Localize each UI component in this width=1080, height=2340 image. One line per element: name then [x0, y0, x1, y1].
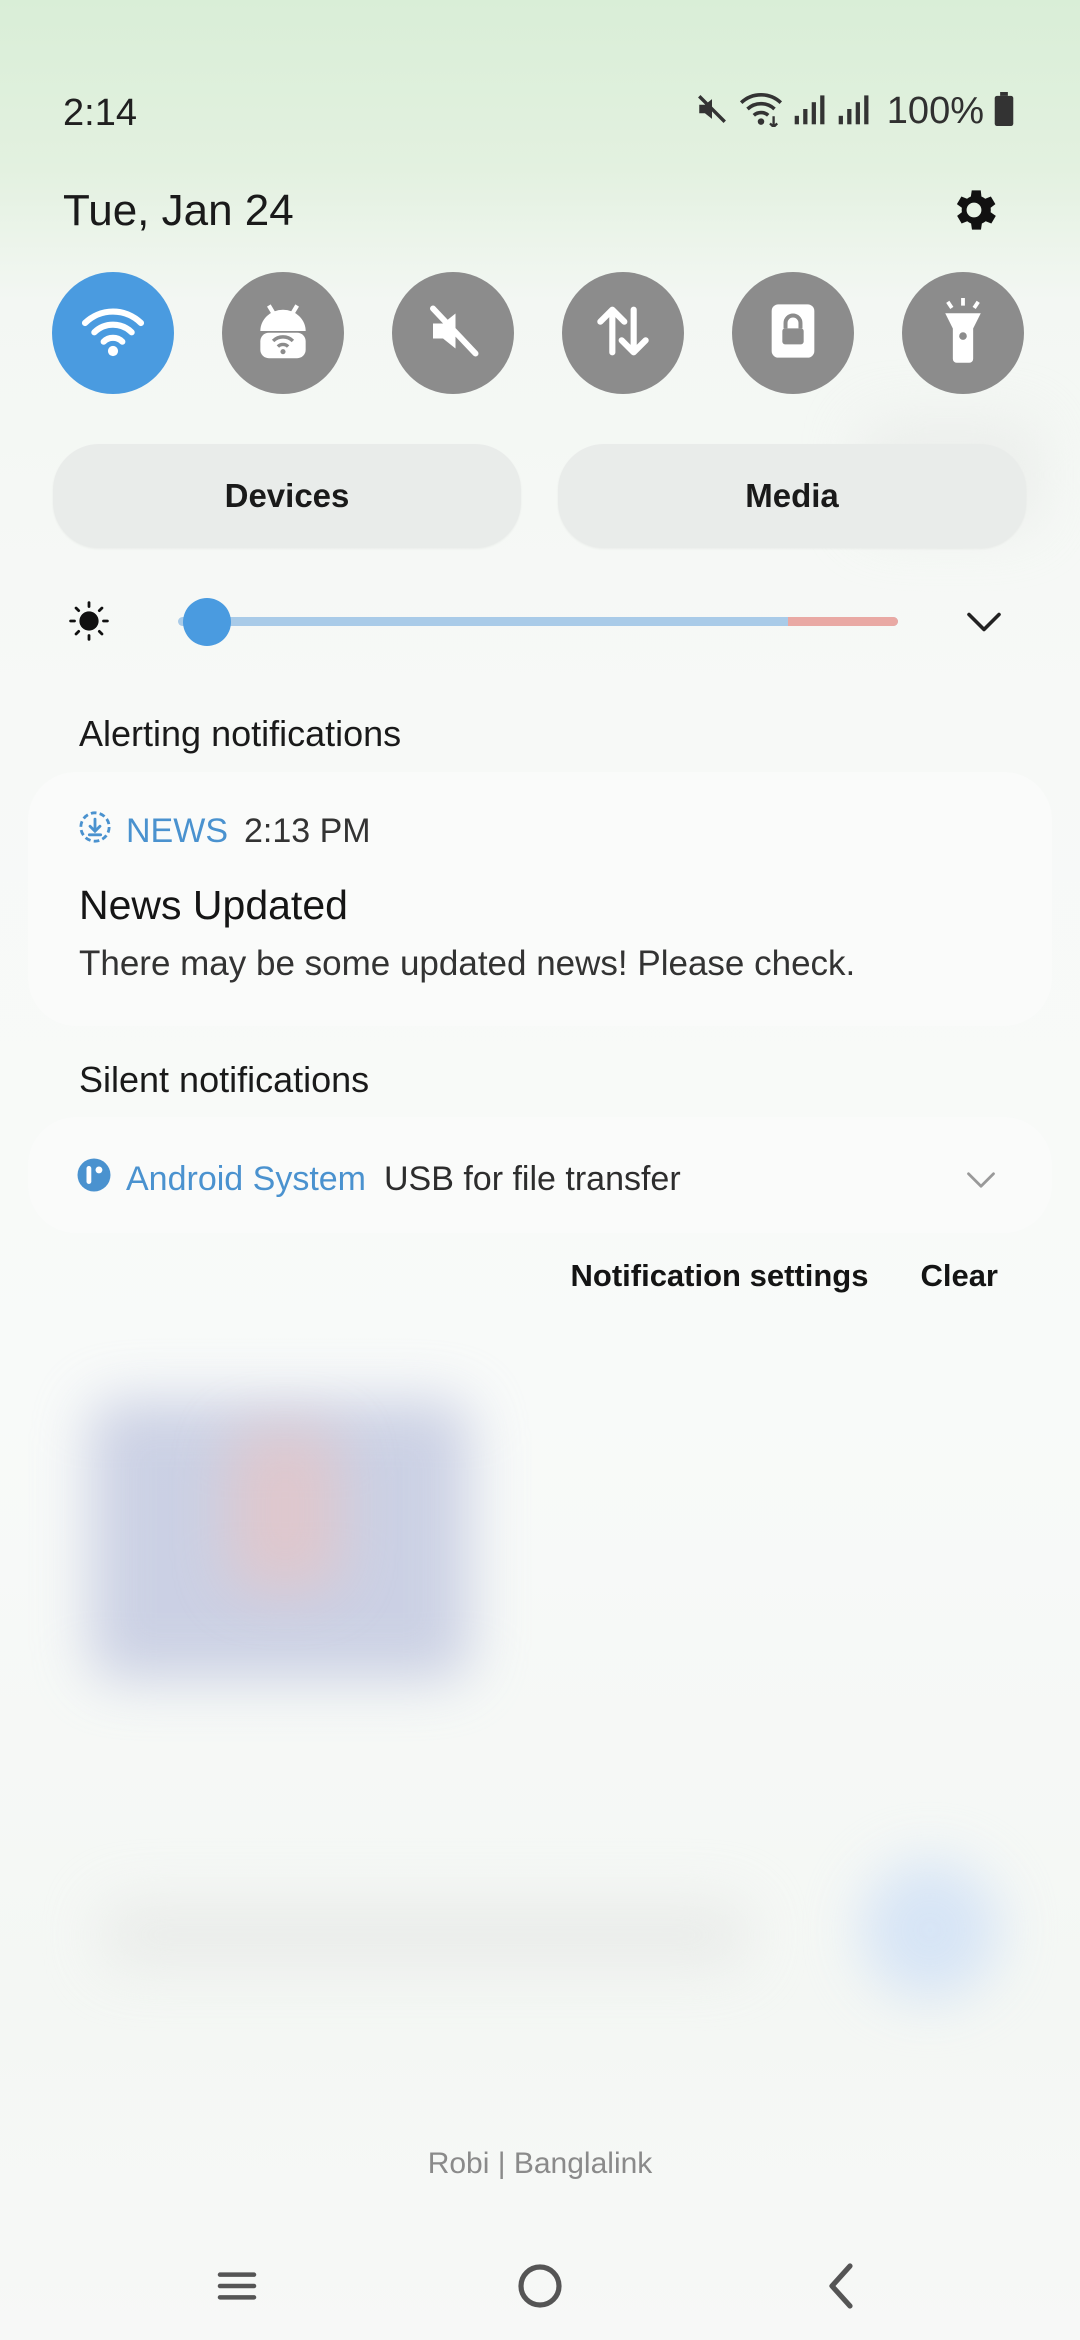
news-notification-card[interactable]: NEWS 2:13 PM News Updated There may be s… [28, 772, 1052, 1026]
recents-button[interactable] [207, 2258, 267, 2318]
recents-icon [214, 2269, 260, 2308]
download-icon [78, 810, 112, 853]
android-hotspot-icon [253, 297, 313, 370]
android-system-icon [76, 1157, 112, 1202]
wifi-icon [81, 303, 145, 364]
notification-app-name: NEWS [126, 812, 228, 850]
clear-button[interactable]: Clear [920, 1258, 998, 1294]
home-icon [516, 2262, 564, 2315]
media-button[interactable]: Media [558, 444, 1026, 548]
secure-folder-toggle[interactable] [732, 272, 854, 394]
hotspot-toggle[interactable] [222, 272, 344, 394]
carrier-label: Robi | Banglalink [427, 2147, 653, 2180]
mute-icon [695, 92, 729, 131]
notification-header: NEWS 2:13 PM [78, 810, 371, 853]
notification-settings-button[interactable]: Notification settings [571, 1258, 869, 1294]
notification-app-name: Android System [126, 1160, 366, 1198]
signal-icon [837, 92, 871, 131]
mobile-data-toggle[interactable] [562, 272, 684, 394]
chevron-down-icon[interactable] [966, 1169, 996, 1191]
signal-icon [793, 92, 827, 131]
status-icons: 100% [695, 90, 1014, 133]
brightness-slider-thumb[interactable] [182, 598, 231, 646]
background-blur [230, 1430, 340, 1590]
background-blur [860, 1860, 1000, 2000]
back-button[interactable] [812, 2258, 872, 2318]
brightness-icon [68, 600, 110, 642]
quick-settings-row [52, 272, 1028, 396]
flashlight-toggle[interactable] [902, 272, 1024, 394]
wifi-toggle[interactable] [52, 272, 174, 394]
alerting-section-label: Alerting notifications [79, 713, 402, 754]
battery-percentage: 100% [886, 90, 984, 132]
back-icon [824, 2262, 860, 2315]
date-label: Tue, Jan 24 [63, 186, 294, 235]
notification-title: News Updated [79, 882, 348, 928]
status-time: 2:14 [63, 92, 137, 134]
mute-icon [423, 301, 483, 366]
chevron-down-icon[interactable] [966, 608, 1002, 636]
lock-icon [765, 299, 821, 368]
brightness-slider-extra-range [788, 617, 898, 626]
notification-header: Android System USB for file transfer [76, 1157, 681, 1202]
gear-icon[interactable] [947, 183, 1001, 237]
notification-time: 2:13 PM [244, 812, 371, 850]
battery-icon [994, 92, 1014, 131]
navigation-bar [0, 2240, 1080, 2340]
notification-footer-actions: Notification settings Clear [571, 1258, 999, 1294]
data-transfer-icon [591, 299, 655, 368]
sound-toggle[interactable] [392, 272, 514, 394]
silent-section-label: Silent notifications [79, 1059, 370, 1100]
notification-body: There may be some updated news! Please c… [79, 944, 856, 983]
wifi-icon [739, 91, 783, 132]
flashlight-icon [937, 297, 989, 369]
devices-button[interactable]: Devices [53, 444, 521, 548]
home-button[interactable] [510, 2258, 570, 2318]
android-system-notification-card[interactable]: Android System USB for file transfer [28, 1117, 1052, 1233]
notification-text: USB for file transfer [384, 1160, 681, 1198]
background-blur [100, 1900, 750, 1970]
